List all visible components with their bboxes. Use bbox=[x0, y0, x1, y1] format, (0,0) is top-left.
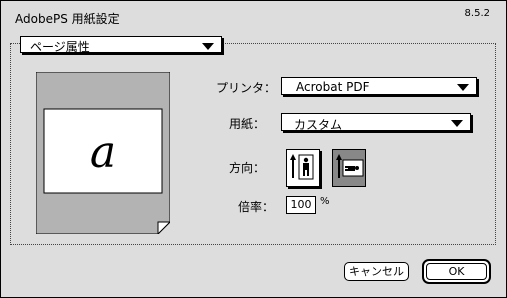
scale-input[interactable]: 100 bbox=[286, 196, 316, 214]
preview-glyph: a bbox=[90, 127, 116, 178]
cancel-button[interactable]: キャンセル bbox=[344, 262, 409, 281]
dialog-title: AdobePS 用紙設定 bbox=[15, 12, 120, 26]
portrait-icon bbox=[290, 154, 314, 180]
chevron-down-icon bbox=[202, 43, 214, 50]
printer-popup[interactable]: Acrobat PDF bbox=[281, 77, 477, 95]
ok-button-label: OK bbox=[426, 263, 487, 280]
orientation-label: 方向： bbox=[229, 161, 266, 175]
printer-label: プリンタ： bbox=[216, 81, 277, 95]
paper-label: 用紙： bbox=[229, 117, 266, 131]
printer-popup-value: Acrobat PDF bbox=[296, 80, 370, 94]
scale-label: 倍率： bbox=[238, 200, 275, 214]
section-popup[interactable]: ページ属性 bbox=[20, 36, 222, 54]
chevron-down-icon bbox=[457, 84, 469, 91]
ok-button[interactable]: OK bbox=[422, 259, 491, 284]
version-label: 8.5.2 bbox=[464, 8, 490, 19]
scale-unit: % bbox=[320, 196, 330, 207]
chevron-down-icon bbox=[451, 120, 463, 127]
paper-popup[interactable]: カスタム bbox=[281, 113, 471, 132]
orientation-portrait-button[interactable] bbox=[286, 149, 320, 187]
section-popup-label: ページ属性 bbox=[30, 40, 90, 54]
page-setup-dialog: AdobePS 用紙設定 8.5.2 ページ属性 a プリンタ： Acrobat… bbox=[0, 0, 507, 298]
landscape-icon bbox=[336, 154, 364, 178]
orientation-landscape-button[interactable] bbox=[332, 149, 366, 187]
paper-popup-value: カスタム bbox=[294, 118, 343, 132]
page-preview: a bbox=[36, 72, 170, 234]
